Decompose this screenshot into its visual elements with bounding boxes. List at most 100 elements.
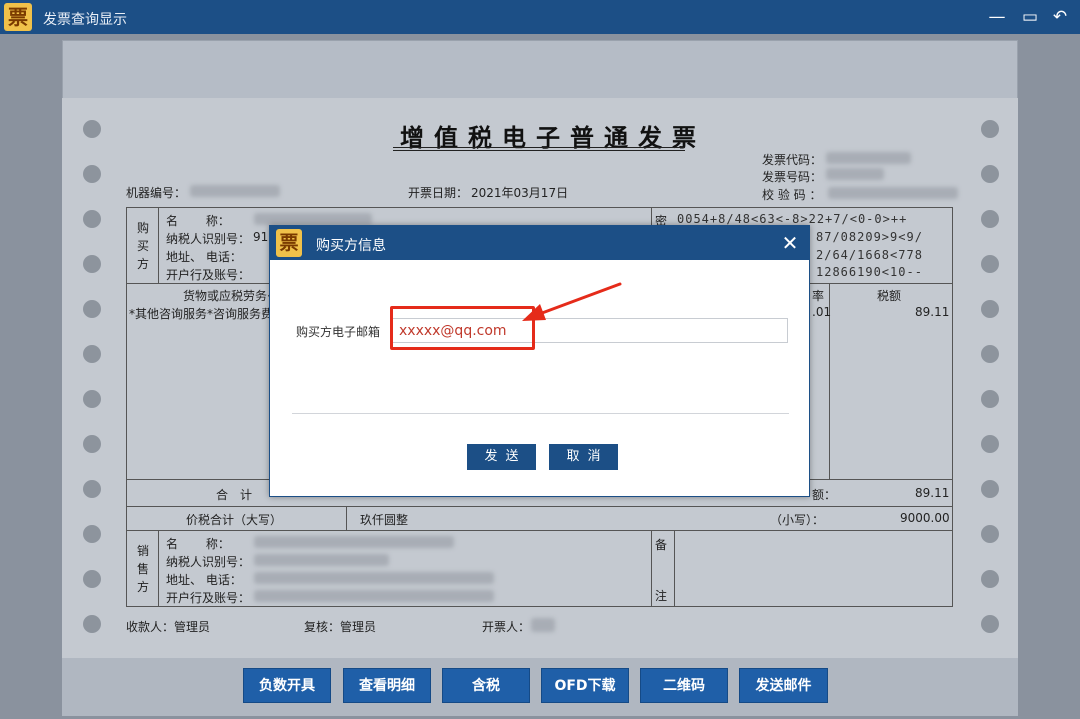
- buyer-side-label: 购 买 方: [136, 219, 150, 273]
- punch-hole-icon: [83, 390, 101, 408]
- issue-date-label: 开票日期：: [408, 186, 469, 200]
- buyer-name-label: 名 称：: [166, 214, 230, 228]
- payee-label: 收款人：管理员: [126, 620, 211, 634]
- goods-item: *其他咨询服务*咨询服务费: [129, 307, 274, 321]
- punch-hole-icon: [981, 255, 999, 273]
- punch-hole-icon: [83, 615, 101, 633]
- window-titlebar: 票 发票查询显示 — ▭ ↶: [0, 0, 1080, 34]
- ofd-download-button[interactable]: OFD下载: [541, 668, 629, 703]
- punch-hole-icon: [981, 480, 999, 498]
- issuer-redacted: [531, 618, 555, 632]
- punch-hole-icon: [83, 165, 101, 183]
- buyer-side-char: 方: [136, 257, 149, 271]
- total-tax-value: 89.11: [915, 486, 950, 500]
- price-small-label: （小写）：: [770, 513, 825, 527]
- punch-hole-icon: [83, 120, 101, 138]
- seller-address-redacted: [254, 572, 494, 584]
- punch-hole-icon: [981, 390, 999, 408]
- remark-label: 注: [655, 589, 668, 603]
- email-label: 购买方电子邮箱: [296, 325, 381, 339]
- cancel-button[interactable]: 取消: [549, 444, 618, 470]
- punch-hole-icon: [83, 435, 101, 453]
- tax-value: 89.11: [915, 305, 950, 319]
- seller-address-label: 地址、 电话：: [166, 573, 242, 587]
- punch-hole-icon: [981, 300, 999, 318]
- annotation-arrow-icon: [522, 282, 622, 321]
- invoice-code-redacted: [826, 152, 911, 164]
- window-title: 发票查询显示: [43, 12, 127, 28]
- table-divider: [126, 530, 953, 531]
- buyer-taxid-value: 91: [253, 230, 269, 244]
- punch-hole-icon: [981, 435, 999, 453]
- buyer-bank-label: 开户行及账号：: [166, 268, 251, 282]
- punch-hole-icon: [981, 570, 999, 588]
- view-details-button[interactable]: 查看明细: [343, 668, 431, 703]
- buyer-name-redacted: [254, 213, 372, 225]
- seller-name-label: 名 称：: [166, 537, 230, 551]
- price-total-label: 价税合计（大写）: [186, 513, 283, 527]
- punch-hole-icon: [83, 525, 101, 543]
- buyer-side-char: 买: [136, 239, 149, 253]
- table-divider: [158, 207, 159, 283]
- machine-number-label: 机器编号：: [126, 186, 187, 200]
- buyer-address-label: 地址、 电话：: [166, 250, 242, 264]
- rate-header: 率: [812, 289, 825, 303]
- cipher-line: 0054+8/48<63<-8>22+7/<0-0>++: [677, 212, 908, 226]
- table-divider: [674, 530, 675, 607]
- back-button[interactable]: ↶: [1048, 5, 1072, 29]
- cipher-line: 87/08209>9<9/: [816, 230, 923, 244]
- tax-included-button[interactable]: 含税: [442, 668, 530, 703]
- table-divider: [346, 506, 347, 530]
- seller-bank-redacted: [254, 590, 494, 602]
- invoice-code-label: 发票代码：: [762, 153, 823, 167]
- cipher-line: 12866190<10--: [816, 265, 923, 279]
- close-icon[interactable]: ✕: [777, 230, 803, 256]
- seller-bank-label: 开户行及账号：: [166, 591, 251, 605]
- punch-hole-icon: [83, 570, 101, 588]
- buyer-side-char: 购: [136, 221, 149, 235]
- table-divider: [158, 530, 159, 607]
- rate-value: .01: [812, 305, 832, 319]
- bottom-toolbar: [62, 658, 1018, 716]
- punch-hole-icon: [83, 255, 101, 273]
- issuer-label: 开票人：: [482, 620, 531, 634]
- punch-hole-icon: [981, 345, 999, 363]
- seller-taxid-redacted: [254, 554, 389, 566]
- remark-label: 备: [655, 538, 668, 552]
- punch-hole-icon: [981, 525, 999, 543]
- send-button[interactable]: 发送: [467, 444, 536, 470]
- machine-number-redacted: [190, 185, 280, 197]
- punch-hole-icon: [83, 345, 101, 363]
- tax-header: 税额: [877, 289, 902, 303]
- punch-hole-icon: [83, 300, 101, 318]
- issue-date-value: 2021年03月17日: [471, 186, 569, 200]
- price-total-small: 9000.00: [900, 511, 950, 525]
- check-code-redacted: [828, 187, 958, 199]
- punch-hole-icon: [981, 120, 999, 138]
- punch-hole-icon: [83, 210, 101, 228]
- total-amount-label: 额：: [812, 488, 837, 502]
- punch-hole-icon: [83, 480, 101, 498]
- app-logo-icon: 票: [4, 3, 32, 31]
- qr-code-button[interactable]: 二维码: [640, 668, 728, 703]
- send-email-button[interactable]: 发送邮件: [739, 668, 828, 703]
- total-label: 合 计: [216, 488, 253, 502]
- restore-button[interactable]: ▭: [1018, 5, 1042, 29]
- dialog-header: 票 购买方信息 ✕: [270, 226, 809, 260]
- punch-hole-icon: [981, 615, 999, 633]
- invoice-title-underline: [393, 147, 685, 151]
- seller-side-char: 销: [136, 544, 149, 558]
- buyer-taxid-label: 纳税人识别号：: [166, 232, 251, 246]
- seller-side-char: 方: [136, 580, 149, 594]
- seller-side-label: 销 售 方: [136, 542, 150, 596]
- goods-header: 货物或应税劳务·: [183, 289, 271, 303]
- punch-hole-icon: [981, 210, 999, 228]
- check-code-label: 校 验 码 ：: [762, 188, 822, 202]
- invoice-number-redacted: [826, 168, 884, 180]
- buyer-info-dialog: 票 购买方信息 ✕ 购买方电子邮箱 发送 取消: [269, 225, 810, 497]
- price-total-upper: 玖仟圆整: [360, 513, 409, 527]
- dialog-title: 购买方信息: [316, 238, 386, 254]
- negative-invoice-button[interactable]: 负数开具: [243, 668, 331, 703]
- table-divider: [126, 506, 953, 507]
- minimize-button[interactable]: —: [985, 5, 1009, 29]
